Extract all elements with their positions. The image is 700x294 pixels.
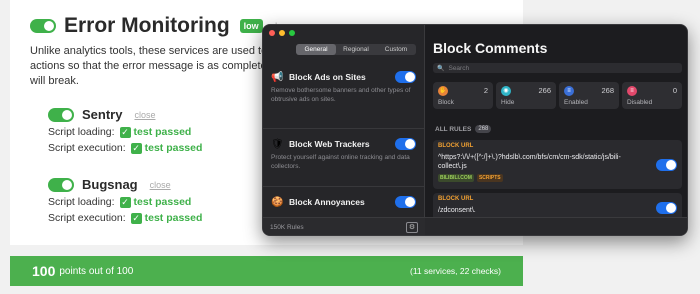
check-label: Script loading: [48, 126, 115, 138]
score-details: (11 services, 22 checks) [409, 266, 501, 276]
all-rules-header: ALL RULES 268 [435, 125, 492, 133]
stat-count: 0 [672, 86, 677, 95]
service-sentry: Sentry close Script loading: ✓ test pass… [48, 107, 202, 154]
rule-toggle[interactable] [656, 158, 677, 171]
check-status: test passed [144, 142, 203, 154]
rule-tag: SCRIPTS [476, 174, 503, 182]
severity-badge: low [239, 19, 263, 33]
all-rules-label: ALL RULES [435, 125, 472, 133]
checkmark-icon: ✓ [119, 196, 131, 208]
stat-enabled[interactable]: ≡ 268 Enabled [559, 82, 619, 109]
checkmark-icon: ✓ [119, 126, 131, 138]
score-value: 100 [32, 263, 56, 279]
check-line: Script execution: ✓ test passed [48, 212, 202, 224]
stack-icon: ≡ [564, 86, 574, 96]
check-line: Script execution: ✓ test passed [48, 142, 202, 154]
rule-type: BLOCK URL [438, 196, 474, 202]
check-label: Script execution: [48, 142, 126, 154]
search-input[interactable]: 🔍 Search [433, 63, 682, 73]
stat-label: Disabled [627, 99, 653, 106]
sentry-toggle[interactable] [48, 107, 74, 122]
rule-tags: BILIBILI.COM SCRIPTS [438, 174, 677, 182]
stack-off-icon: ≡ [627, 86, 637, 96]
hand-icon: ✋ [438, 86, 448, 96]
check-line: Script loading: ✓ test passed [48, 126, 202, 138]
stat-count: 266 [538, 86, 551, 95]
tab-general[interactable]: General [296, 44, 336, 55]
rule-url: /zdconsent\. [438, 207, 476, 214]
feature-title: Block Ads on Sites [289, 72, 366, 82]
search-icon: 🔍 [437, 65, 445, 72]
app-window: General Regional Custom 📢 Block Ads on S… [262, 24, 688, 236]
score-text: points out of 100 [59, 265, 134, 277]
main-panel: Block Comments 🔍 Search ✋ 2 Block ◉ 266 … [425, 25, 687, 235]
sliders-icon[interactable]: ⚙ [406, 222, 418, 233]
search-placeholder: Search [448, 64, 470, 72]
check-status: test passed [144, 212, 203, 224]
error-monitoring-toggle[interactable] [30, 19, 56, 33]
all-rules-count: 268 [475, 125, 492, 133]
minimize-window-icon[interactable] [279, 30, 285, 36]
error-monitoring-header: Error Monitoring low close [30, 14, 292, 38]
service-close-link[interactable]: close [150, 180, 171, 190]
sidebar: General Regional Custom 📢 Block Ads on S… [263, 25, 425, 235]
stat-disabled[interactable]: ≡ 0 Disabled [622, 82, 682, 109]
tab-custom[interactable]: Custom [376, 44, 416, 55]
stat-count: 2 [483, 86, 488, 95]
sidebar-footer: 150K Rules ⚙ [263, 217, 425, 235]
feature-description: Protect yourself against online tracking… [271, 154, 410, 170]
stat-label: Enabled [564, 99, 588, 106]
feature-card-ads[interactable]: 📢 Block Ads on Sites Remove bothersome b… [263, 65, 424, 128]
service-name: Bugsnag [82, 177, 138, 192]
feature-title: Block Web Trackers [289, 139, 370, 149]
tab-regional[interactable]: Regional [336, 44, 376, 55]
score-bar: 100 points out of 100 (11 services, 22 c… [10, 256, 523, 286]
check-status: test passed [133, 126, 192, 138]
rule-tag: BILIBILI.COM [438, 174, 474, 182]
feature-toggle[interactable] [395, 138, 416, 150]
panel-footer [425, 217, 687, 235]
check-line: Script loading: ✓ test passed [48, 196, 202, 208]
zoom-window-icon[interactable] [289, 30, 295, 36]
panel-title: Block Comments [433, 40, 548, 56]
service-close-link[interactable]: close [134, 110, 155, 120]
filter-tabs: General Regional Custom [296, 44, 416, 55]
feature-description: Remove bothersome banners and other type… [271, 87, 411, 103]
cookie-icon: 🍪 [271, 196, 284, 208]
feature-toggle[interactable] [395, 71, 416, 83]
check-status: test passed [133, 196, 192, 208]
feature-card-trackers[interactable]: 🛡 Block Web Trackers Protect yourself ag… [263, 128, 424, 186]
stat-label: Block [438, 99, 454, 106]
stat-count: 268 [601, 86, 614, 95]
check-label: Script loading: [48, 196, 115, 208]
megaphone-icon: 📢 [271, 71, 284, 83]
rules-count: 150K Rules [270, 224, 304, 231]
rule-url: ^https?:\/\/+([^:/]+\.)?hdslb\.com/bfs/c… [438, 154, 621, 170]
section-title: Error Monitoring [64, 14, 230, 37]
check-label: Script execution: [48, 212, 126, 224]
service-bugsnag: Bugsnag close Script loading: ✓ test pas… [48, 177, 202, 224]
stat-label: Hide [501, 99, 515, 106]
shield-icon: 🛡 [271, 138, 284, 150]
feature-card-annoyances[interactable]: 🍪 Block Annoyances [263, 186, 424, 217]
rule-toggle[interactable] [656, 202, 677, 214]
feature-title: Block Annoyances [289, 197, 365, 207]
checkmark-icon: ✓ [130, 142, 142, 154]
eye-icon: ◉ [501, 86, 511, 96]
service-name: Sentry [82, 107, 123, 122]
stat-hide[interactable]: ◉ 266 Hide [496, 82, 556, 109]
window-controls [269, 30, 295, 36]
rule-item[interactable]: BLOCK URL ^https?:\/\/+([^:/]+\.)?hdslb\… [433, 140, 682, 189]
rule-type: BLOCK URL [438, 143, 474, 149]
checkmark-icon: ✓ [130, 212, 142, 224]
bugsnag-toggle[interactable] [48, 177, 74, 192]
close-window-icon[interactable] [269, 30, 275, 36]
feature-toggle[interactable] [395, 196, 416, 208]
stat-block[interactable]: ✋ 2 Block [433, 82, 493, 109]
stats-row: ✋ 2 Block ◉ 266 Hide ≡ 268 Enabled ≡ 0 D… [433, 82, 682, 109]
